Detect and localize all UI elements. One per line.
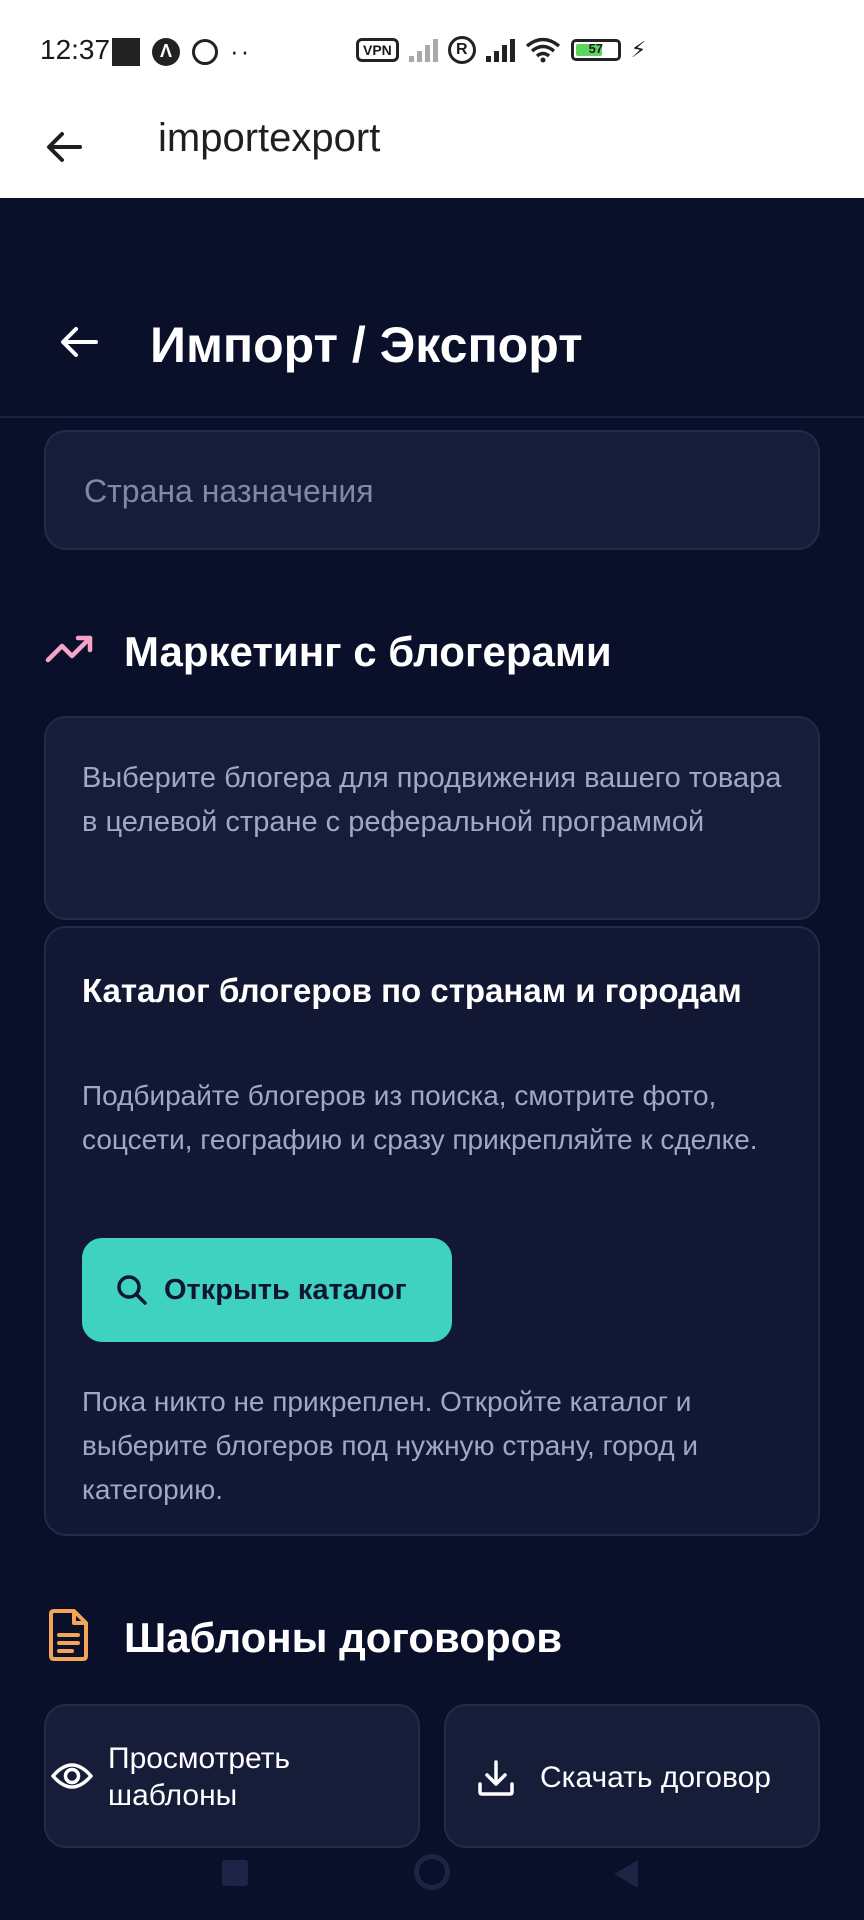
status-right-icons: VPN R 57 ⚡ bbox=[356, 36, 646, 64]
download-contract-label: Скачать договор bbox=[540, 1761, 771, 1794]
back-arrow-icon[interactable] bbox=[40, 122, 90, 172]
trending-up-icon bbox=[45, 635, 93, 663]
recent-apps-icon[interactable] bbox=[222, 1860, 248, 1886]
app-a-icon: Λ bbox=[152, 37, 180, 66]
templates-section-title: Шаблоны договоров bbox=[124, 1614, 563, 1661]
view-templates-label: Просмотреть шаблоны bbox=[108, 1742, 291, 1812]
view-templates-button[interactable]: Просмотреть шаблоны bbox=[44, 1704, 420, 1848]
more-dots-icon: ·· bbox=[230, 36, 252, 66]
signal-2-icon bbox=[485, 38, 515, 62]
marketing-section-title: Маркетинг с блогерами bbox=[124, 628, 612, 675]
download-icon bbox=[478, 1760, 514, 1796]
page-header: Импорт / Экспорт bbox=[0, 198, 864, 418]
destination-country-field[interactable] bbox=[44, 430, 820, 550]
destination-country-input[interactable] bbox=[82, 470, 786, 512]
status-time: 12:37 bbox=[40, 34, 111, 65]
main-content: Импорт / Экспорт Маркетинг с блогерами В… bbox=[0, 198, 864, 1920]
catalog-empty-note: Пока никто не прикреплен. Откройте катал… bbox=[82, 1386, 698, 1505]
search-icon bbox=[117, 1275, 147, 1305]
marketing-description: Выберите блогера для продвижения вашего … bbox=[82, 762, 782, 838]
notification-square-icon bbox=[112, 37, 140, 66]
blogger-catalog-card: Каталог блогеров по странам и городам По… bbox=[44, 926, 820, 1536]
system-nav-bar bbox=[0, 1830, 864, 1920]
catalog-title: Каталог блогеров по странам и городам bbox=[82, 972, 742, 1009]
page-back-arrow-icon[interactable] bbox=[56, 318, 104, 366]
status-left-icons: Λ ·· bbox=[112, 36, 251, 67]
header-divider bbox=[0, 416, 864, 418]
document-icon bbox=[49, 1609, 88, 1661]
download-contract-button[interactable]: Скачать договор bbox=[444, 1704, 820, 1848]
signal-1-icon bbox=[408, 38, 438, 62]
catalog-description: Подбирайте блогеров из поиска, смотрите … bbox=[82, 1080, 758, 1155]
registered-icon: R bbox=[447, 36, 476, 64]
open-catalog-button[interactable]: Открыть каталог bbox=[82, 1238, 452, 1342]
globe-icon bbox=[192, 38, 218, 65]
open-catalog-label: Открыть каталог bbox=[164, 1273, 407, 1306]
vpn-icon: VPN bbox=[356, 38, 399, 62]
battery-level: 57 bbox=[588, 41, 604, 56]
eye-icon bbox=[51, 1763, 93, 1789]
home-icon[interactable] bbox=[414, 1854, 450, 1890]
app-bar-title: importexport bbox=[158, 116, 381, 160]
marketing-info-card: Выберите блогера для продвижения вашего … bbox=[44, 716, 820, 920]
app-bar: importexport bbox=[0, 100, 864, 198]
wifi-icon bbox=[525, 37, 560, 63]
nav-back-icon[interactable] bbox=[614, 1860, 638, 1888]
status-bar: 12:37 Λ ·· VPN R 57 ⚡ bbox=[0, 0, 864, 100]
charging-bolt-icon: ⚡ bbox=[630, 37, 647, 62]
battery-icon: 57 bbox=[570, 39, 621, 61]
page-title: Импорт / Экспорт bbox=[150, 317, 583, 373]
